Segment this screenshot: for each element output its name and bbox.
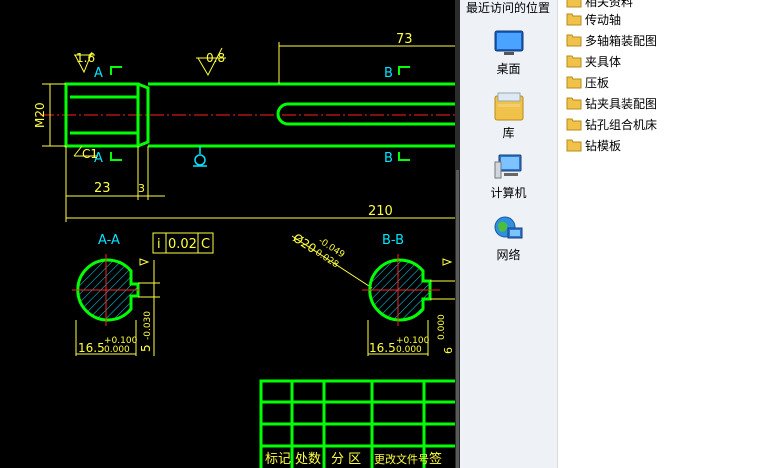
section-label-b-top: B xyxy=(384,66,393,81)
title-block-sign: 签 xyxy=(429,451,442,467)
section-label-a-top: A xyxy=(94,66,103,81)
title-block-doc-no: 更改文件号 xyxy=(374,452,429,466)
folder-icon xyxy=(566,97,582,110)
dim-23: 23 xyxy=(94,181,111,196)
file-item-drill-template[interactable]: 钻模板 xyxy=(566,135,621,155)
nav-label-library: 库 xyxy=(502,126,515,140)
dim-210: 210 xyxy=(368,204,393,219)
title-block-mark: 标记 xyxy=(265,452,291,467)
datum-symbol xyxy=(193,146,207,167)
file-item-clamp-plate[interactable]: 压板 xyxy=(566,72,609,92)
network-icon xyxy=(494,216,522,239)
tolerance-frame: i 0.02 C xyxy=(152,232,214,254)
title-block-count: 处数 xyxy=(295,452,321,467)
bb-dim-6-tol: 0.000 xyxy=(437,314,447,340)
bb-dim-16-5: 16.5 xyxy=(369,341,396,355)
view-title-aa: A-A xyxy=(98,233,120,248)
file-item-fixture-body[interactable]: 夹具体 xyxy=(566,51,621,71)
nav-label-network: 网络 xyxy=(496,248,521,262)
section-label-b-bottom: B xyxy=(384,151,393,166)
section-aa: 16.5 +0.100 0.000 5 -0.030 xyxy=(72,254,160,356)
cad-drawing-area[interactable]: 73 1.6 0.8 A B A B M20 C1 23 3 210 A-A B… xyxy=(0,0,455,468)
nav-item-computer[interactable]: 计算机 xyxy=(460,152,557,201)
file-item-drilling-machine[interactable]: 钻孔组合机床 xyxy=(566,114,657,134)
nav-item-desktop[interactable]: 桌面 xyxy=(460,28,557,77)
chamfer-c1: C1 xyxy=(82,147,98,161)
folder-icon xyxy=(566,139,582,152)
bb-dim-6: 6 xyxy=(442,347,455,354)
file-label: 压板 xyxy=(585,75,610,90)
navigation-pane: 最近访问的位置 桌面 库 计算机 网络 xyxy=(460,0,558,468)
folder-icon xyxy=(566,118,582,131)
file-item-multi-spindle-box[interactable]: 多轴箱装配图 xyxy=(566,30,657,50)
view-title-bb: B-B xyxy=(382,233,404,248)
nav-item-network[interactable]: 网络 xyxy=(460,214,557,263)
aa-dim-5: 5 xyxy=(139,344,153,352)
computer-icon xyxy=(494,154,521,179)
title-block: 标记 处数 分 区 更改文件号 签 xyxy=(259,379,455,468)
section-bb: 16.5 +0.100 0.000 0.000 6 xyxy=(362,254,455,356)
diameter-leader: Ø20 -0.049 -0.028 xyxy=(290,231,373,289)
nav-label-computer: 计算机 xyxy=(490,186,527,200)
nav-item-library[interactable]: 库 xyxy=(460,90,557,141)
file-label: 钻模板 xyxy=(585,138,622,153)
aa-dim-16-5: 16.5 xyxy=(78,341,105,355)
folder-icon xyxy=(566,0,582,8)
library-icon xyxy=(494,92,523,121)
desktop-icon xyxy=(494,30,523,55)
rough-0-8: 0.8 xyxy=(206,51,225,65)
drawing-text: 73 1.6 0.8 A B A B M20 C1 23 3 210 A-A B… xyxy=(33,32,413,248)
splitter-handle[interactable] xyxy=(456,170,459,468)
title-block-zone: 分 区 xyxy=(331,452,361,467)
nav-recent-places[interactable]: 最近访问的位置 xyxy=(466,0,550,16)
file-label: 钻夹具装配图 xyxy=(585,96,658,111)
file-label: 多轴箱装配图 xyxy=(585,33,658,48)
folder-icon xyxy=(566,55,582,68)
tolerance-datum: C xyxy=(201,237,210,252)
file-label: 钻孔组合机床 xyxy=(585,117,658,132)
nav-label-desktop: 桌面 xyxy=(496,62,521,76)
dim-73: 73 xyxy=(396,32,413,47)
folder-icon xyxy=(566,34,582,47)
folder-icon xyxy=(566,76,582,89)
dim-3: 3 xyxy=(138,182,145,195)
file-label: 传动轴 xyxy=(585,12,622,27)
bb-dim-16-5-lower: 0.000 xyxy=(396,345,422,355)
rough-1-6: 1.6 xyxy=(76,51,95,65)
file-item-drill-fixture-assembly[interactable]: 钻夹具装配图 xyxy=(566,93,657,113)
file-label: 夹具体 xyxy=(585,54,622,69)
aa-dim-16-5-lower: 0.000 xyxy=(104,345,130,355)
file-list: 相关资料 传动轴 多轴箱装配图 夹具体 压板 钻夹具装配图 钻孔组合机床 钻模板 xyxy=(558,0,766,468)
tolerance-symbol: i xyxy=(157,237,161,252)
aa-dim-5-tol: -0.030 xyxy=(143,311,153,340)
dim-m20: M20 xyxy=(33,102,47,128)
file-item-drive-shaft[interactable]: 传动轴 xyxy=(566,9,621,29)
folder-icon xyxy=(566,13,582,26)
cad-canvas[interactable]: 73 1.6 0.8 A B A B M20 C1 23 3 210 A-A B… xyxy=(0,0,455,468)
tolerance-value: 0.02 xyxy=(168,237,197,252)
